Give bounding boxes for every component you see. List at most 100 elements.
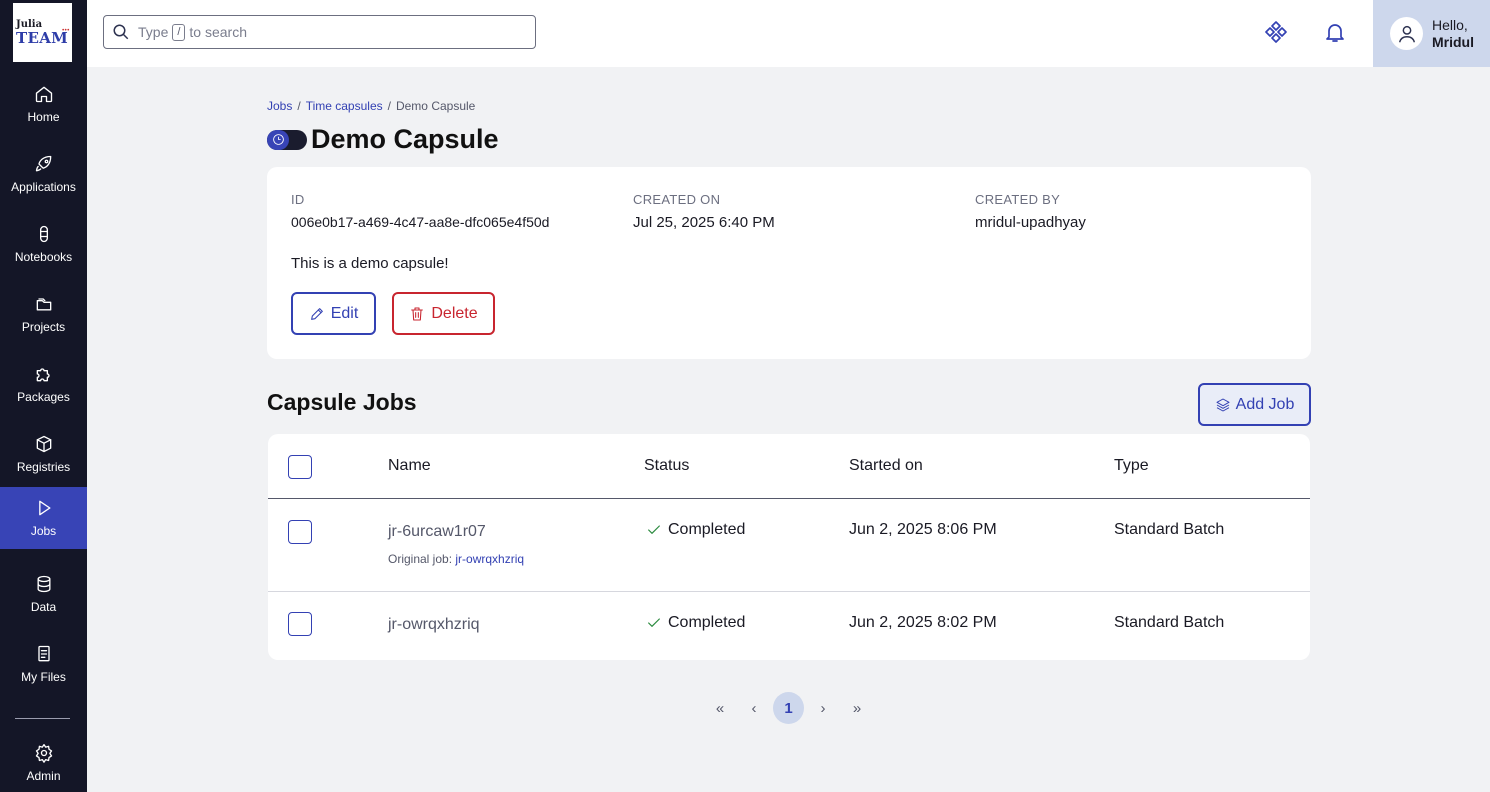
capsule-id: ID 006e0b17-a469-4c47-aa8e-dfc065e4f50d — [291, 192, 549, 230]
status-text: Completed — [668, 521, 746, 538]
column-status[interactable]: Status — [644, 457, 689, 475]
sidebar-item-label: Admin — [26, 769, 61, 783]
sidebar-item-applications[interactable]: Applications — [0, 143, 87, 205]
capsule-created-by: CREATED BY mridul-upadhyay — [975, 192, 1086, 231]
column-started-on[interactable]: Started on — [849, 457, 923, 475]
user-icon — [1398, 25, 1415, 42]
original-job-prefix: Original job: — [388, 552, 453, 566]
page-1-button[interactable]: 1 — [773, 692, 804, 724]
sidebar-item-data[interactable]: Data — [0, 563, 87, 625]
sidebar-item-label: Jobs — [30, 524, 57, 538]
sidebar-item-label: Registries — [16, 460, 71, 474]
capsule-description: This is a demo capsule! — [291, 255, 449, 272]
sidebar-item-label: Packages — [17, 390, 70, 404]
search-input[interactable]: Type / to search — [103, 15, 536, 49]
notifications-button[interactable] — [1323, 20, 1347, 44]
sidebar-item-projects[interactable]: Projects — [0, 283, 87, 345]
trash-icon — [411, 306, 424, 321]
logo-line2: TEAM — [16, 29, 69, 47]
add-job-button[interactable]: Add Job — [1198, 383, 1311, 426]
original-job-link[interactable]: jr-owrqxhzriq — [455, 552, 524, 566]
created-on-label: CREATED ON — [633, 192, 721, 207]
sidebar-item-label: Home — [27, 110, 60, 124]
delete-button-label: Delete — [431, 304, 478, 322]
add-job-label: Add Job — [1235, 395, 1295, 413]
sidebar-item-label: Applications — [11, 180, 76, 194]
logo-dots-icon: ••• — [61, 27, 70, 34]
folders-icon — [36, 298, 51, 311]
id-label: ID — [291, 192, 305, 207]
status-text: Completed — [668, 614, 746, 631]
breadcrumb-separator: / — [297, 99, 301, 113]
home-icon — [35, 86, 52, 103]
job-status: Completed — [646, 521, 745, 539]
files-icon — [37, 645, 50, 662]
capsule-jobs-table: Name Status Started on Type jr-6urcaw1r0… — [268, 434, 1310, 660]
database-icon — [37, 575, 50, 593]
sidebar-item-registries[interactable]: Registries — [0, 423, 87, 485]
bell-icon — [1326, 24, 1344, 42]
table-row[interactable]: jr-owrqxhzriq Completed Jun 2, 2025 8:02… — [268, 592, 1310, 660]
rocket-icon — [35, 155, 51, 172]
breadcrumb-separator: / — [387, 99, 391, 113]
puzzle-icon — [36, 368, 50, 382]
row-checkbox[interactable] — [288, 612, 312, 636]
sidebar-item-label: Data — [30, 600, 57, 614]
breadcrumb-jobs[interactable]: Jobs — [267, 99, 292, 113]
sidebar-item-admin[interactable]: Admin — [0, 732, 87, 792]
job-name[interactable]: jr-6urcaw1r07 — [388, 523, 486, 541]
job-started-on: Jun 2, 2025 8:06 PM — [849, 521, 997, 538]
select-all-checkbox[interactable] — [288, 455, 312, 479]
greeting-text: Hello, — [1432, 16, 1468, 33]
julia-team-logo[interactable]: Julia TEAM ••• — [13, 3, 72, 62]
row-checkbox[interactable] — [288, 520, 312, 544]
job-status: Completed — [646, 614, 745, 632]
sidebar-item-label: Projects — [21, 320, 66, 334]
column-type[interactable]: Type — [1114, 457, 1149, 475]
job-name[interactable]: jr-owrqxhzriq — [388, 616, 480, 634]
search-placeholder-prefix: Type — [138, 24, 169, 40]
sidebar-divider — [15, 718, 70, 719]
user-name: Mridul — [1432, 33, 1474, 50]
sidebar-item-label: My Files — [21, 670, 66, 684]
breadcrumb-time-capsules[interactable]: Time capsules — [306, 99, 383, 113]
search-placeholder-suffix: to search — [189, 24, 248, 40]
last-page-button[interactable]: » — [842, 692, 872, 724]
delete-button[interactable]: Delete — [392, 292, 495, 335]
time-capsule-badge — [267, 129, 307, 150]
column-name[interactable]: Name — [388, 457, 431, 475]
diamond-grid-button[interactable] — [1264, 20, 1288, 44]
job-started-on: Jun 2, 2025 8:02 PM — [849, 614, 997, 631]
edit-button[interactable]: Edit — [291, 292, 376, 335]
pencil-icon — [310, 307, 323, 320]
capsule-jobs-title: Capsule Jobs — [267, 389, 417, 415]
play-icon — [38, 500, 50, 516]
avatar — [1390, 17, 1423, 50]
next-page-button[interactable]: › — [808, 692, 838, 724]
gear-icon — [35, 744, 52, 763]
original-job: Original job: jr-owrqxhzriq — [388, 552, 524, 566]
table-header: Name Status Started on Type — [268, 434, 1310, 499]
user-menu[interactable]: Hello, Mridul — [1373, 0, 1490, 67]
pagination: « ‹ 1 › » — [705, 692, 876, 724]
sidebar-item-my-files[interactable]: My Files — [0, 633, 87, 695]
prev-page-button[interactable]: ‹ — [739, 692, 769, 724]
box-icon — [36, 435, 51, 453]
created-by-label: CREATED BY — [975, 192, 1061, 207]
first-page-button[interactable]: « — [705, 692, 735, 724]
checkmark-icon — [648, 525, 660, 534]
job-type: Standard Batch — [1114, 614, 1225, 631]
sidebar-item-home[interactable]: Home — [0, 73, 87, 135]
sidebar: Julia TEAM ••• Home Applications Noteboo… — [0, 0, 87, 792]
breadcrumb: Jobs / Time capsules / Demo Capsule — [267, 99, 475, 113]
created-on-value: Jul 25, 2025 6:40 PM — [633, 214, 775, 231]
search-shortcut-key: / — [172, 23, 186, 41]
sidebar-item-packages[interactable]: Packages — [0, 353, 87, 415]
checkmark-icon — [648, 618, 660, 627]
table-row[interactable]: jr-6urcaw1r07 Original job: jr-owrqxhzri… — [268, 499, 1310, 592]
top-bar: Type / to search Hello, Mridul — [87, 0, 1490, 67]
sidebar-item-jobs[interactable]: Jobs — [0, 487, 87, 549]
page-title: Demo Capsule — [311, 124, 499, 154]
sidebar-item-notebooks[interactable]: Notebooks — [0, 213, 87, 275]
breadcrumb-current: Demo Capsule — [395, 99, 476, 113]
